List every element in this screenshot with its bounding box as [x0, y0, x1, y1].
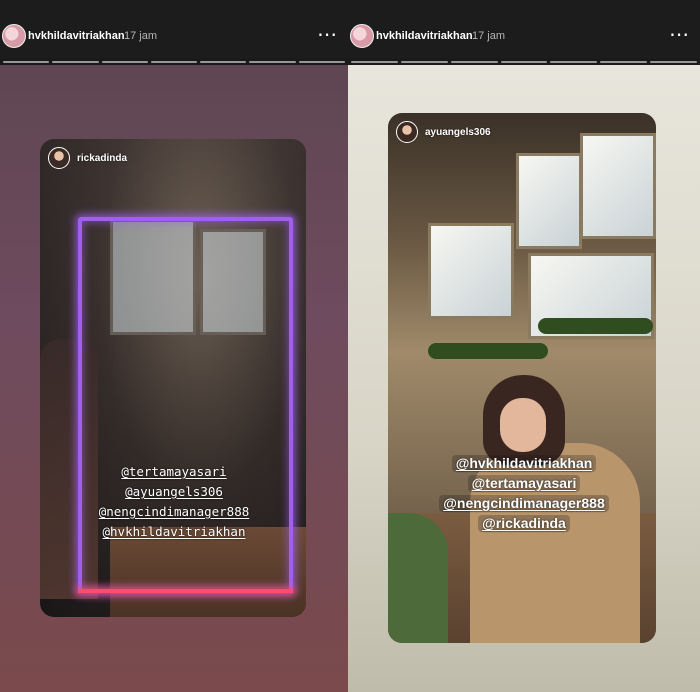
reposted-username: ayuangels306	[425, 126, 491, 138]
progress-segment	[650, 61, 698, 63]
mention-sticker[interactable]: @tertamayasari	[117, 463, 230, 480]
reposted-user-row[interactable]: rickadinda	[48, 147, 127, 169]
progress-segment	[52, 61, 99, 63]
story-username[interactable]: hvkhildavitriakhan	[28, 30, 125, 42]
progress-segment	[200, 61, 247, 63]
story-progress-bar	[351, 61, 698, 63]
progress-segment	[298, 61, 345, 63]
more-horizontal-icon[interactable]: ⋯	[317, 22, 338, 47]
mention-stickers: @hvkhildavitriakhan @tertamayasari @neng…	[348, 455, 700, 535]
story-username[interactable]: hvkhildavitriakhan	[376, 30, 473, 42]
mention-sticker[interactable]: @nengcindimanager888	[95, 503, 254, 520]
more-horizontal-icon[interactable]: ⋯	[669, 22, 690, 47]
mention-sticker[interactable]: @tertamayasari	[467, 475, 581, 492]
story-timestamp: 17 jam	[472, 30, 506, 42]
progress-segment	[150, 61, 198, 63]
avatar	[396, 121, 418, 143]
story-body: rickadinda @tertamayasari @ayuangels306 …	[0, 65, 348, 692]
progress-segment	[550, 61, 598, 63]
progress-segment	[400, 61, 448, 63]
story-progress-bar	[3, 61, 345, 63]
plant-decoration	[428, 343, 548, 359]
progress-segment	[500, 61, 548, 63]
mention-sticker[interactable]: @rickadinda	[478, 515, 570, 532]
story-header: hvkhildavitriakhan 17 jam ⋯	[348, 0, 700, 58]
avatar	[48, 147, 70, 169]
reposted-story-card[interactable]: rickadinda	[40, 139, 306, 617]
mention-sticker[interactable]: @hvkhildavitriakhan	[99, 523, 250, 540]
progress-segment	[450, 61, 498, 63]
person-face	[500, 398, 546, 452]
avatar[interactable]	[350, 24, 374, 48]
avatar[interactable]	[2, 24, 26, 48]
reposted-story-card[interactable]: ayuangels306	[388, 113, 656, 643]
background-window	[516, 153, 582, 249]
mention-sticker[interactable]: @ayuangels306	[121, 483, 227, 500]
background-window	[580, 133, 656, 239]
story-timestamp: 17 jam	[124, 30, 158, 42]
mention-sticker[interactable]: @nengcindimanager888	[439, 495, 609, 512]
progress-segment	[101, 61, 148, 63]
progress-segment	[249, 61, 296, 63]
reposted-username: rickadinda	[77, 152, 128, 164]
mention-sticker[interactable]: @hvkhildavitriakhan	[451, 455, 597, 472]
story-header: hvkhildavitriakhan 17 jam ⋯	[0, 0, 348, 58]
mention-stickers: @tertamayasari @ayuangels306 @nengcindim…	[0, 463, 348, 543]
story-panel-right[interactable]: hvkhildavitriakhan 17 jam ⋯ ayuangels306…	[348, 0, 700, 692]
story-panel-left[interactable]: hvkhildavitriakhan 17 jam ⋯ rickadinda @…	[0, 0, 348, 692]
progress-segment	[600, 61, 648, 63]
plant-decoration	[538, 318, 653, 334]
story-body: ayuangels306 @hvkhildavitriakhan @tertam…	[348, 65, 700, 692]
reposted-user-row[interactable]: ayuangels306	[396, 121, 491, 143]
progress-segment	[3, 61, 50, 63]
progress-segment	[351, 61, 398, 63]
background-window	[428, 223, 514, 319]
